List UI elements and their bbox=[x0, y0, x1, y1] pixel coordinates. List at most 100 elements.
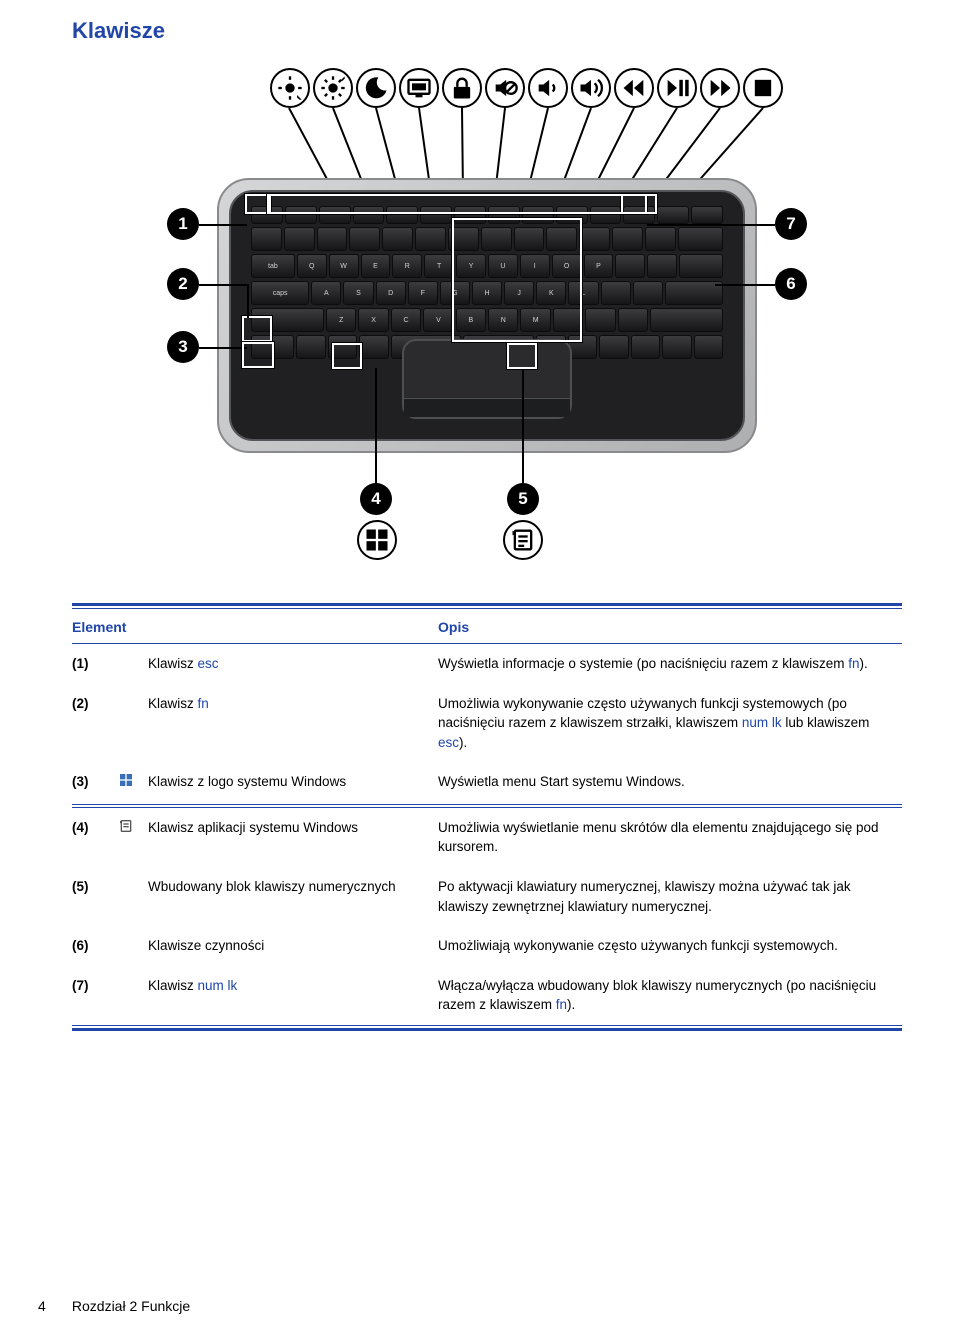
row-description: Umożliwia wykonywanie często używanych f… bbox=[438, 684, 902, 763]
key: C bbox=[391, 308, 421, 332]
key: J bbox=[504, 281, 534, 305]
brightness-up-icon bbox=[313, 68, 353, 108]
kbd-row-fn bbox=[251, 206, 723, 224]
key bbox=[386, 206, 418, 224]
key bbox=[679, 254, 723, 278]
row-number: (6) bbox=[72, 926, 118, 966]
row-description: Po aktywacji klawiatury numerycznej, kla… bbox=[438, 867, 902, 926]
keyboard-illustration: tabQWERTYUIOP capsASDFGHJKL ZXCVBNM 1 2 … bbox=[167, 68, 807, 563]
key bbox=[633, 281, 663, 305]
key bbox=[601, 281, 631, 305]
table-row: (4)Klawisz aplikacji systemu WindowsUmoż… bbox=[72, 808, 902, 867]
brightness-down-icon bbox=[270, 68, 310, 108]
key bbox=[623, 206, 655, 224]
section-title: Klawisze bbox=[72, 18, 902, 44]
kbd-row-4: ZXCVBNM bbox=[251, 308, 723, 332]
key bbox=[645, 227, 676, 251]
key: V bbox=[423, 308, 453, 332]
key bbox=[522, 206, 554, 224]
row-number: (5) bbox=[72, 867, 118, 926]
key bbox=[251, 206, 283, 224]
key: N bbox=[488, 308, 518, 332]
table-row: (5)Wbudowany blok klawiszy numerycznychP… bbox=[72, 867, 902, 926]
kbd-row-1 bbox=[251, 227, 723, 251]
key: K bbox=[536, 281, 566, 305]
page-footer: 4 Rozdział 2 Funkcje bbox=[38, 1298, 190, 1314]
key: X bbox=[358, 308, 388, 332]
key bbox=[665, 281, 723, 305]
key bbox=[553, 308, 583, 332]
sleep-icon bbox=[356, 68, 396, 108]
row-name: Klawisz aplikacji systemu Windows bbox=[148, 808, 438, 867]
row-number: (2) bbox=[72, 684, 118, 763]
key bbox=[556, 206, 588, 224]
key: L bbox=[568, 281, 598, 305]
media-play-pause-icon bbox=[657, 68, 697, 108]
kbd-row-3: capsASDFGHJKL bbox=[251, 281, 723, 305]
key bbox=[650, 308, 723, 332]
key bbox=[420, 206, 452, 224]
table-row: (1)Klawisz escWyświetla informacje o sys… bbox=[72, 644, 902, 684]
row-description: Umożliwia wyświetlanie menu skrótów dla … bbox=[438, 808, 902, 867]
row-description: Umożliwiają wykonywanie często używanych… bbox=[438, 926, 902, 966]
key bbox=[647, 254, 677, 278]
callout-badge-2: 2 bbox=[167, 268, 199, 300]
key bbox=[585, 308, 615, 332]
callout-badge-5: 5 bbox=[507, 483, 539, 515]
row-name: Klawisze czynności bbox=[148, 926, 438, 966]
callout-badge-7: 7 bbox=[775, 208, 807, 240]
row-number: (1) bbox=[72, 644, 118, 684]
windows-logo-icon bbox=[118, 772, 134, 788]
key bbox=[349, 227, 380, 251]
key bbox=[662, 335, 691, 359]
key: U bbox=[488, 254, 518, 278]
row-name: Klawisz z logo systemu Windows bbox=[148, 762, 438, 804]
lock-icon bbox=[442, 68, 482, 108]
key bbox=[415, 227, 446, 251]
media-stop-icon bbox=[743, 68, 783, 108]
key bbox=[579, 227, 610, 251]
key: Y bbox=[456, 254, 486, 278]
key bbox=[285, 206, 317, 224]
callout-badge-6: 6 bbox=[775, 268, 807, 300]
row-icon bbox=[118, 867, 148, 926]
th-element: Element bbox=[72, 609, 438, 644]
key bbox=[328, 335, 357, 359]
table-body: (1)Klawisz escWyświetla informacje o sys… bbox=[72, 644, 902, 1025]
key bbox=[251, 227, 282, 251]
row-name: Klawisz num lk bbox=[148, 966, 438, 1025]
row-icon bbox=[118, 808, 148, 867]
key bbox=[382, 227, 413, 251]
key bbox=[488, 206, 520, 224]
mute-icon bbox=[485, 68, 525, 108]
key bbox=[615, 254, 645, 278]
key: G bbox=[440, 281, 470, 305]
key: Z bbox=[326, 308, 356, 332]
row-number: (7) bbox=[72, 966, 118, 1025]
windows-app-icon bbox=[503, 520, 543, 560]
row-name: Klawisz fn bbox=[148, 684, 438, 763]
key bbox=[694, 335, 723, 359]
key bbox=[284, 227, 315, 251]
key bbox=[317, 227, 348, 251]
row-icon bbox=[118, 684, 148, 763]
touchpad bbox=[402, 339, 572, 419]
callout-badge-3: 3 bbox=[167, 331, 199, 363]
key bbox=[448, 227, 479, 251]
chapter-label: Rozdział 2 Funkcje bbox=[72, 1298, 190, 1314]
callout-badge-1: 1 bbox=[167, 208, 199, 240]
key: T bbox=[424, 254, 454, 278]
key: Q bbox=[297, 254, 327, 278]
key: H bbox=[472, 281, 502, 305]
key: B bbox=[456, 308, 486, 332]
key: D bbox=[376, 281, 406, 305]
key: R bbox=[392, 254, 422, 278]
key: O bbox=[552, 254, 582, 278]
key bbox=[251, 308, 324, 332]
row-number: (3) bbox=[72, 762, 118, 804]
kbd-row-2: tabQWERTYUIOP bbox=[251, 254, 723, 278]
row-name: Klawisz esc bbox=[148, 644, 438, 684]
row-icon bbox=[118, 966, 148, 1025]
key bbox=[546, 227, 577, 251]
key: E bbox=[361, 254, 391, 278]
